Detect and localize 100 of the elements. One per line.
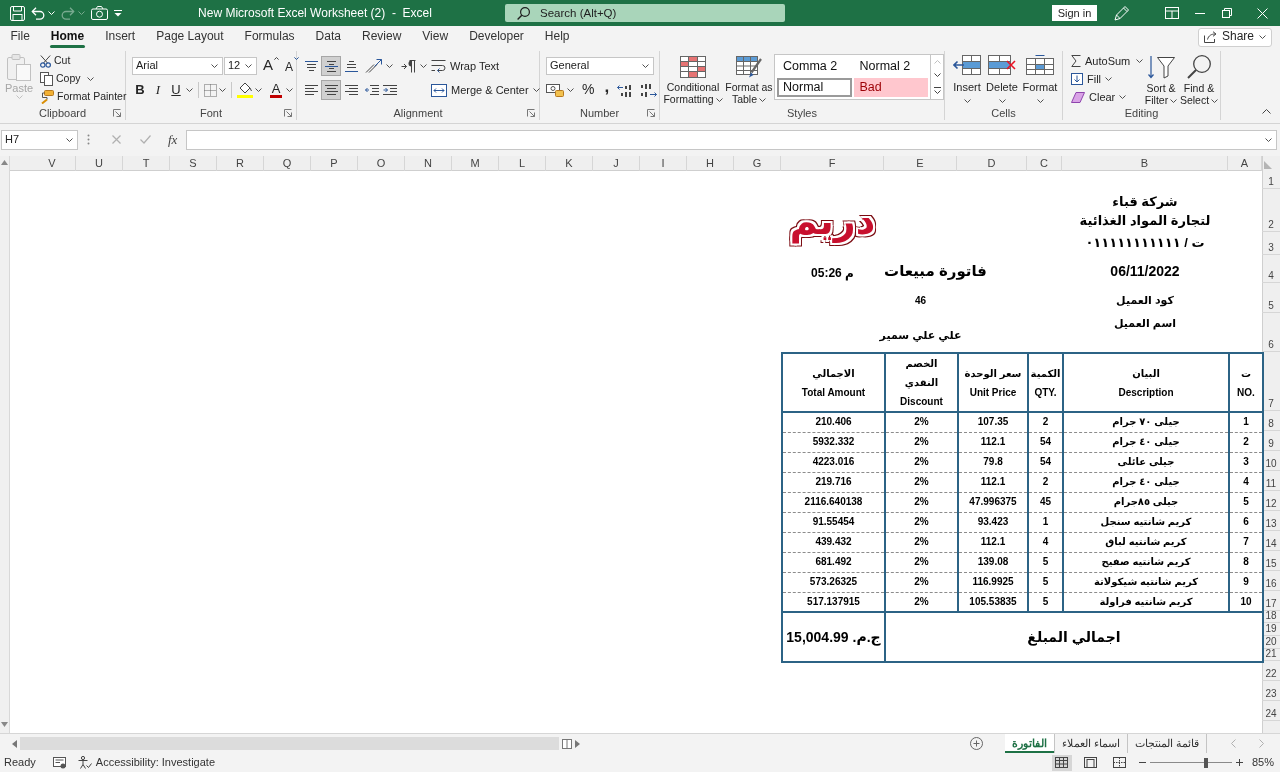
ribbon-tab[interactable]: Home [40, 26, 95, 48]
row-header[interactable]: 4 [1262, 255, 1280, 283]
insert-cells-button[interactable]: Insert [951, 51, 983, 106]
fill-button[interactable]: Fill [1069, 70, 1143, 88]
column-header[interactable]: N [405, 156, 452, 171]
ribbon-tab[interactable]: Insert [94, 26, 146, 48]
zoom-in-icon[interactable] [1235, 759, 1243, 766]
close-icon[interactable] [1257, 7, 1268, 19]
row-header[interactable]: 19 [1262, 623, 1280, 636]
caret-icon[interactable] [386, 64, 393, 68]
split-handle-icon[interactable] [562, 738, 572, 749]
row-header[interactable]: 2 [1262, 189, 1280, 232]
dialog-launcher-icon[interactable] [647, 109, 655, 117]
row-header[interactable]: 3 [1262, 232, 1280, 255]
ribbon-tab[interactable]: Formulas [234, 26, 306, 48]
column-header[interactable]: L [499, 156, 546, 171]
minimize-icon[interactable] [1195, 12, 1205, 14]
row-header[interactable]: 8 [1262, 411, 1280, 431]
ribbon-tab[interactable]: Data [305, 26, 352, 48]
cell-style[interactable]: Normal [777, 78, 852, 97]
align-middle-button[interactable] [321, 56, 341, 76]
autosum-button[interactable]: AutoSum [1069, 52, 1133, 70]
caret-icon[interactable] [86, 77, 94, 81]
caret-icon[interactable] [255, 88, 262, 92]
share-button[interactable]: Share [1197, 27, 1272, 47]
percent-button[interactable]: % [580, 81, 597, 99]
shrink-font-button[interactable]: A [285, 57, 300, 75]
row-header[interactable]: 20 [1262, 636, 1280, 649]
search-field[interactable]: Search (Alt+Q) [505, 4, 785, 22]
decrease-indent-icon[interactable] [365, 84, 379, 96]
cell-style[interactable]: Comma 2 [777, 57, 852, 76]
row-header[interactable]: 11 [1262, 471, 1280, 491]
dropdown-icon[interactable] [114, 9, 122, 17]
row-header[interactable]: 21 [1262, 649, 1280, 661]
row-header[interactable]: 17 [1262, 591, 1280, 611]
caret-icon[interactable] [219, 88, 226, 92]
check-icon[interactable] [140, 135, 151, 144]
scroll-left-icon[interactable] [12, 739, 17, 748]
ribbon-tab[interactable]: Page Layout [145, 26, 235, 48]
column-header[interactable]: B [1062, 156, 1228, 171]
row-header[interactable]: 12 [1262, 491, 1280, 511]
column-header[interactable]: R [217, 156, 264, 171]
ribbon-tab[interactable]: View [411, 26, 459, 48]
row-header[interactable]: 6 [1262, 313, 1280, 352]
column-header[interactable]: A [1228, 156, 1262, 171]
column-header[interactable]: V [29, 156, 76, 171]
row-header[interactable]: 24 [1262, 701, 1280, 721]
format-painter-button[interactable]: Format Painter [38, 88, 129, 106]
zoom-level[interactable]: 85% [1251, 755, 1274, 770]
decrease-decimal-icon[interactable] [640, 83, 658, 97]
column-header[interactable]: H [687, 156, 734, 171]
sheet-tab[interactable]: قائمة المنتجات [1127, 734, 1207, 753]
ribbon-tab[interactable]: Developer [458, 26, 535, 48]
column-header[interactable]: U [76, 156, 123, 171]
sign-in-button[interactable]: Sign in [1052, 5, 1097, 21]
undo-icon[interactable] [31, 6, 45, 20]
dialog-launcher-icon[interactable] [284, 109, 292, 117]
caret-icon[interactable] [567, 88, 574, 92]
scroll-down-icon[interactable] [933, 73, 941, 78]
column-header[interactable]: F [781, 156, 884, 171]
dialog-launcher-icon[interactable] [113, 109, 121, 117]
search-input[interactable]: Search (Alt+Q) [540, 5, 740, 21]
row-header[interactable]: 10 [1262, 451, 1280, 471]
column-header[interactable]: I [640, 156, 687, 171]
column-header[interactable]: E [884, 156, 957, 171]
font-size-field[interactable]: 12 [224, 57, 257, 75]
column-header[interactable]: S [170, 156, 217, 171]
sort-filter-button[interactable]: Sort & Filter [1143, 51, 1179, 107]
add-sheet-icon[interactable] [969, 737, 983, 750]
ribbon-tab[interactable]: Help [534, 26, 580, 48]
caret-up-icon[interactable] [1262, 109, 1271, 114]
format-cells-button[interactable]: Format [1021, 51, 1059, 106]
row-header[interactable]: 16 [1262, 571, 1280, 591]
row-header[interactable]: 1 [1262, 171, 1280, 189]
paragraph-direction-icon[interactable] [401, 59, 416, 73]
row-header[interactable]: 23 [1262, 681, 1280, 701]
grow-font-button[interactable]: A [263, 57, 279, 75]
normal-view-button[interactable] [1051, 754, 1072, 771]
scrollbar[interactable] [0, 156, 10, 733]
cell-style[interactable]: Bad [853, 78, 929, 97]
accessibility-button[interactable]: Accessibility: Investigate [77, 756, 215, 769]
conditional-formatting-button[interactable]: Conditional Formatting [662, 51, 724, 107]
column-header[interactable]: K [546, 156, 593, 171]
column-header[interactable]: C [1027, 156, 1062, 171]
font-color-button[interactable]: A [268, 81, 284, 99]
number-format-field[interactable]: General [546, 57, 654, 75]
row-header[interactable]: 15 [1262, 551, 1280, 571]
fill-color-icon[interactable] [237, 82, 253, 98]
cut-button[interactable]: Cut [38, 52, 129, 70]
grip-icon[interactable] [87, 134, 90, 145]
restore-icon[interactable] [1222, 8, 1232, 18]
column-header[interactable]: O [358, 156, 405, 171]
caret-icon[interactable] [186, 88, 193, 92]
column-header[interactable]: D [957, 156, 1027, 171]
caret-icon[interactable] [532, 88, 540, 92]
macro-record-icon[interactable] [52, 756, 66, 769]
column-header[interactable]: G [734, 156, 781, 171]
merge-center-button[interactable]: Merge & Center [431, 80, 529, 100]
caret-icon[interactable] [286, 88, 293, 92]
scroll-right-icon[interactable] [575, 739, 580, 748]
